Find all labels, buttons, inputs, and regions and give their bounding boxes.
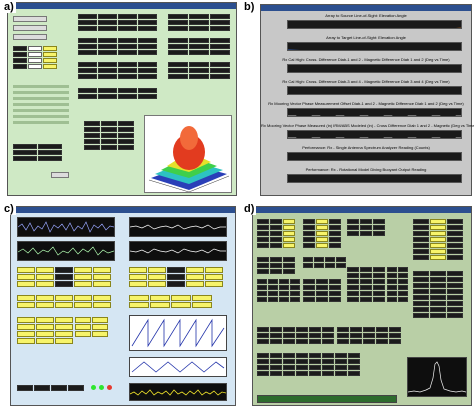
strip-chart	[287, 64, 462, 73]
status-led	[107, 385, 112, 390]
strip-title: Performance: Rx - Rotational Model Divin…	[305, 167, 427, 172]
dark-value-table	[303, 219, 341, 248]
control-grid	[13, 46, 57, 69]
yellow-value-table	[129, 295, 212, 308]
status-led	[99, 385, 104, 390]
yellow-value-table	[75, 317, 108, 337]
dark-value-table	[347, 267, 385, 302]
center-table-area	[78, 12, 163, 120]
panel-label-d: d)	[242, 203, 257, 215]
dark-value-table	[257, 257, 295, 274]
strip-chart	[287, 152, 462, 161]
window-titlebar	[253, 207, 471, 213]
antenna-control-window	[7, 2, 237, 196]
strip-chart-window: Array to Source Line-of-Sight: Elevation…	[260, 4, 474, 196]
dark-value-table	[257, 279, 300, 302]
panel-label-a: a)	[2, 1, 16, 13]
strip-chart	[287, 130, 462, 139]
yellow-value-table	[17, 267, 111, 287]
status-led	[91, 385, 96, 390]
data-table	[78, 14, 157, 31]
phase-plot	[129, 315, 227, 351]
surface-plot	[144, 115, 232, 193]
waveform-display	[17, 217, 115, 237]
left-control-column	[11, 12, 73, 192]
status-grid	[17, 385, 84, 391]
spectrum-window	[10, 206, 236, 406]
panel-b: b) Array to Source Line-of-Sight: Elevat…	[240, 0, 474, 202]
data-table	[168, 38, 230, 55]
strip-chart	[287, 86, 462, 95]
waveform-display	[17, 241, 115, 261]
strip-trace	[288, 93, 462, 95]
strip-title: Rx Cal High: Cross. Difference Diab-1 an…	[282, 57, 450, 62]
panel-a: a)	[0, 0, 240, 202]
strip-title: Rx Mooring Vector Phase Measured (in) IR…	[261, 123, 474, 128]
phase-plot	[129, 357, 227, 377]
dark-value-table	[337, 327, 401, 344]
dark-value-table	[303, 257, 346, 268]
strip-trace	[288, 71, 462, 73]
right-table-area	[168, 12, 234, 120]
spectrum-trace	[129, 383, 227, 401]
strip-title: Performance: Rx - Single Antenna Spectru…	[302, 145, 430, 150]
dark-value-table	[413, 271, 463, 318]
control-button[interactable]	[13, 25, 47, 31]
footer-bar	[257, 395, 397, 403]
strip-chart	[287, 20, 462, 29]
strip-chart	[287, 42, 462, 51]
strip-trace	[288, 49, 302, 50]
receiver-control-window	[252, 206, 472, 406]
control-button[interactable]	[13, 16, 47, 22]
strip-title: Array to Source Line-of-Sight: Elevation…	[325, 13, 407, 18]
panel-label-b: b)	[242, 1, 257, 13]
surface-plot-graphic	[148, 126, 230, 193]
data-table	[168, 62, 230, 79]
strip-chart	[287, 174, 462, 183]
waveform-display	[129, 217, 227, 237]
option-list	[13, 82, 69, 142]
window-titlebar	[8, 3, 236, 9]
yellow-value-table	[17, 317, 73, 344]
strip-trace	[288, 159, 462, 161]
panel-label-c: c)	[2, 203, 16, 215]
dark-value-table	[387, 267, 408, 302]
data-table	[168, 14, 230, 31]
data-table	[84, 121, 134, 150]
dark-value-table	[257, 219, 295, 248]
dark-value-table	[303, 279, 341, 302]
strip-trace	[288, 115, 461, 116]
window-titlebar	[261, 5, 471, 11]
strip-title: Rx Cal High: Cross. Difference Diab-3 an…	[282, 79, 450, 84]
dark-value-table	[413, 219, 463, 260]
spectrum-plot	[407, 357, 467, 397]
yellow-value-table	[17, 295, 111, 308]
dark-value-table	[347, 219, 385, 236]
data-table	[78, 88, 157, 99]
strip-chart	[287, 108, 462, 117]
data-table	[78, 38, 157, 55]
strip-trace	[288, 137, 461, 138]
strip-title: Array to Target Line-of-Sight: Elevation…	[326, 35, 406, 40]
strip-chart-stack: Array to Source Line-of-Sight: Elevation…	[261, 13, 474, 195]
window-titlebar	[11, 207, 235, 213]
dark-value-table	[257, 353, 360, 376]
yellow-value-table	[129, 267, 223, 287]
panel-d: d)	[240, 202, 474, 409]
strip-trace	[288, 181, 462, 183]
strip-trace	[453, 27, 461, 28]
data-table	[78, 62, 157, 79]
dark-value-table	[257, 327, 334, 344]
control-button[interactable]	[51, 172, 69, 178]
waveform-display	[129, 241, 227, 261]
panel-c: c)	[0, 202, 240, 409]
status-grid	[13, 144, 62, 161]
control-button[interactable]	[13, 34, 47, 40]
strip-title: Rx Mooring Vector Phase Measurement Offs…	[268, 101, 464, 106]
